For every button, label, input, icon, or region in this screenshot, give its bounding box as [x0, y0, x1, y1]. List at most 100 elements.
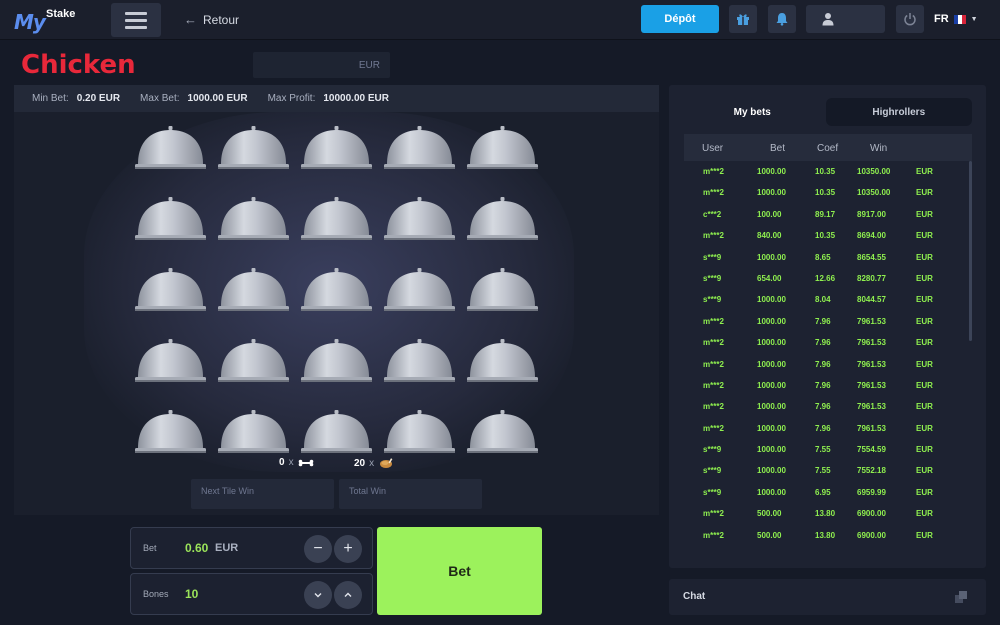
bones-value[interactable]: 10 — [185, 587, 198, 601]
total-win-field: Total Win — [339, 479, 482, 509]
cloche-tile[interactable] — [218, 268, 289, 312]
cloche-tile[interactable] — [384, 268, 455, 312]
cloche-icon — [218, 339, 289, 382]
notifications-button[interactable] — [768, 5, 796, 33]
cloche-tile[interactable] — [135, 197, 206, 241]
row-win: 6900.00 — [857, 509, 886, 519]
cloche-icon — [135, 268, 206, 311]
cloche-tile[interactable] — [218, 126, 289, 170]
row-bet: 500.00 — [757, 530, 782, 540]
language-selector[interactable]: FR ▼ — [934, 13, 978, 25]
column-header-user: User — [702, 143, 724, 154]
cloche-tile[interactable] — [384, 126, 455, 170]
cloche-tile[interactable] — [135, 410, 206, 454]
max-bet-label: Max Bet: — [140, 93, 180, 104]
row-currency: EUR — [916, 231, 933, 241]
cloche-tile[interactable] — [218, 197, 289, 241]
row-win: 10350.00 — [857, 188, 891, 198]
cloche-icon — [301, 126, 372, 169]
cloche-tile[interactable] — [467, 197, 538, 241]
hamburger-menu-button[interactable] — [111, 3, 161, 37]
bones-label: Bones — [143, 589, 169, 599]
row-bet: 1000.00 — [757, 338, 786, 348]
row-user: s***9 — [703, 466, 722, 476]
cloche-tile[interactable] — [467, 410, 538, 454]
bets-scrollbar[interactable] — [969, 161, 972, 341]
tab-my-bets[interactable]: My bets — [679, 98, 826, 126]
bet-amount-label: Bet — [143, 543, 157, 553]
cloche-tile[interactable] — [218, 410, 289, 454]
chat-bar[interactable]: Chat — [669, 579, 986, 615]
cloche-tile[interactable] — [467, 268, 538, 312]
cloche-tile[interactable] — [467, 339, 538, 383]
power-icon — [904, 13, 916, 26]
gift-button[interactable] — [729, 5, 757, 33]
row-win: 7961.53 — [857, 402, 886, 412]
hamburger-line — [125, 11, 147, 15]
row-bet: 1000.00 — [757, 402, 786, 412]
row-user: s***9 — [703, 252, 722, 262]
balance-display: EUR — [253, 52, 390, 78]
decrease-bones-button[interactable] — [304, 581, 332, 609]
roast-chicken-icon — [380, 458, 393, 468]
row-currency: EUR — [916, 359, 933, 369]
logout-button[interactable] — [896, 5, 924, 33]
back-link[interactable]: ← Retour — [184, 12, 239, 27]
times-sign: x — [288, 457, 294, 468]
cloche-icon — [301, 339, 372, 382]
row-currency: EUR — [916, 466, 933, 476]
decrease-bet-button[interactable]: − — [304, 535, 332, 563]
row-bet: 654.00 — [757, 273, 782, 283]
row-currency: EUR — [916, 445, 933, 455]
bet-amount-value[interactable]: 0.60 — [185, 541, 208, 555]
place-bet-button[interactable]: Bet — [377, 527, 542, 615]
table-row: m***2 1000.00 7.96 7961.53 EUR — [684, 418, 972, 439]
row-win: 8917.00 — [857, 209, 886, 219]
row-coef: 6.95 — [815, 487, 831, 497]
row-currency: EUR — [916, 509, 933, 519]
row-coef: 7.55 — [815, 466, 831, 476]
cloche-icon — [384, 339, 455, 382]
cloche-tile[interactable] — [135, 268, 206, 312]
user-account-button[interactable] — [806, 5, 885, 33]
cloche-tile[interactable] — [301, 126, 372, 170]
table-row: s***9 1000.00 7.55 7552.18 EUR — [684, 460, 972, 481]
logo-stake-text: Stake — [46, 8, 76, 20]
increase-bones-button[interactable] — [334, 581, 362, 609]
game-title: Chicken — [21, 50, 136, 80]
cloche-tile[interactable] — [301, 339, 372, 383]
cloche-tile[interactable] — [384, 339, 455, 383]
row-coef: 13.80 — [815, 509, 836, 519]
top-bar: My Stake ← Retour Dépôt FR ▼ — [0, 0, 1000, 40]
cloche-tile[interactable] — [384, 410, 455, 454]
cloche-tile[interactable] — [301, 268, 372, 312]
cloche-tile[interactable] — [301, 410, 372, 454]
row-coef: 7.96 — [815, 402, 831, 412]
cloche-icon — [218, 126, 289, 169]
row-user: m***2 — [703, 231, 724, 241]
bet-limits-bar: Min Bet: 0.20 EUR Max Bet: 1000.00 EUR M… — [14, 85, 659, 112]
cloche-tile[interactable] — [384, 197, 455, 241]
table-row: s***9 654.00 12.66 8280.77 EUR — [684, 268, 972, 289]
row-win: 7552.18 — [857, 466, 886, 476]
increase-bet-button[interactable]: + — [334, 535, 362, 563]
hamburger-line — [125, 18, 147, 22]
row-currency: EUR — [916, 295, 933, 305]
row-user: m***2 — [703, 167, 724, 176]
row-currency: EUR — [916, 338, 933, 348]
mystake-logo[interactable]: My Stake — [14, 8, 84, 34]
expand-chat-icon[interactable] — [954, 590, 968, 604]
cloche-tile[interactable] — [467, 126, 538, 170]
row-currency: EUR — [916, 167, 933, 176]
deposit-button[interactable]: Dépôt — [641, 5, 719, 33]
cloche-tile[interactable] — [301, 197, 372, 241]
row-win: 8654.55 — [857, 252, 886, 262]
total-win-label: Total Win — [349, 486, 387, 496]
tab-highrollers[interactable]: Highrollers — [825, 98, 972, 126]
bets-table-body[interactable]: m***2 1000.00 10.35 10350.00 EUR m***2 1000.00… — [684, 161, 972, 559]
cloche-tile[interactable] — [218, 339, 289, 383]
cloche-tile[interactable] — [135, 339, 206, 383]
cloche-icon — [218, 197, 289, 240]
row-user: s***9 — [703, 487, 722, 497]
cloche-tile[interactable] — [135, 126, 206, 170]
